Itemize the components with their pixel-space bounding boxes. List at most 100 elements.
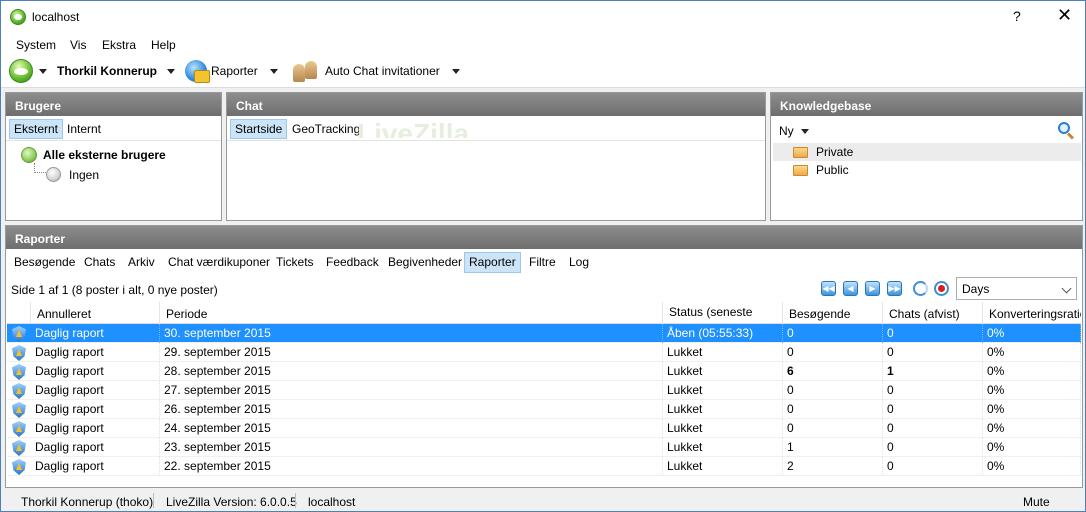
users-panel: Brugere Eksternt Internt Alle eksterne b… — [5, 92, 222, 221]
cell-status: Lukket — [663, 419, 783, 438]
record-icon[interactable] — [934, 281, 949, 296]
cell-cancelled: Daglig raport — [31, 438, 160, 457]
cell-status: Åben (05:55:33) — [663, 324, 783, 343]
tab-tickets[interactable]: Tickets — [271, 252, 319, 273]
menu-system[interactable]: System — [16, 38, 56, 52]
app-window: localhost ? ✕ System Vis Ekstra Help Tho… — [0, 0, 1086, 512]
tab-geotracking[interactable]: GeoTracking — [287, 119, 365, 139]
cell-chats: 0 — [883, 457, 983, 476]
tab-log[interactable]: Log — [564, 252, 594, 273]
table-header: Annulleret Periode Status (seneste Besøg… — [7, 302, 1081, 324]
tab-visitors[interactable]: Besøgende — [9, 252, 80, 273]
people-icon — [291, 58, 321, 84]
cell-visitors: 0 — [783, 419, 883, 438]
period-select[interactable]: Days — [956, 277, 1077, 300]
search-icon[interactable] — [1058, 122, 1075, 140]
chevron-down-icon — [39, 68, 47, 74]
header-visitors[interactable]: Besøgende — [783, 302, 883, 324]
cell-status: Lukket — [663, 343, 783, 362]
header-chats[interactable]: Chats (afvist) — [883, 302, 983, 324]
table-row[interactable]: Daglig raport 24. september 2015 Lukket 0 0 0… — [7, 419, 1081, 438]
cell-conversion: 0% — [983, 400, 1081, 419]
table-row[interactable]: Daglig raport 22. september 2015 Lukket 2 0 0… — [7, 457, 1081, 476]
user-offline-icon — [46, 167, 61, 182]
header-period[interactable]: Periode — [160, 302, 663, 324]
auto-chat-dropdown-button[interactable]: Auto Chat invitationer — [291, 54, 460, 88]
header-icon-col — [7, 302, 31, 324]
user-dropdown-button[interactable]: Thorkil Konnerup — [57, 54, 175, 88]
reports-label: Raporter — [211, 64, 258, 78]
knowledgebase-panel-title: Knowledgebase — [771, 93, 1082, 116]
table-row[interactable]: Daglig raport 27. september 2015 Lukket 0 0 0… — [7, 381, 1081, 400]
help-button[interactable]: ? — [1013, 8, 1021, 24]
livezilla-watermark-logo: LiveZilla — [357, 118, 470, 138]
cell-cancelled: Daglig raport — [31, 457, 160, 476]
cell-visitors: 0 — [783, 343, 883, 362]
cell-chats: 0 — [883, 400, 983, 419]
header-cancelled[interactable]: Annulleret — [31, 302, 160, 324]
cell-cancelled: Daglig raport — [31, 343, 160, 362]
app-logo-icon — [10, 9, 26, 25]
table-row[interactable]: Daglig raport 29. september 2015 Lukket 0 0 0… — [7, 343, 1081, 362]
report-shield-icon — [12, 402, 26, 418]
reports-tabs: Besøgende Chats Arkiv Chat værdikuponer … — [6, 249, 1082, 275]
cell-conversion: 0% — [983, 324, 1081, 343]
cell-visitors: 2 — [783, 457, 883, 476]
cell-conversion: 0% — [983, 343, 1081, 362]
tab-events[interactable]: Begivenheder — [383, 252, 467, 273]
users-group-icon — [21, 147, 37, 163]
status-separator — [153, 493, 154, 508]
tab-chat-vouchers[interactable]: Chat værdikuponer — [163, 252, 275, 273]
tree-all-external-users[interactable]: Alle eksterne brugere — [21, 147, 166, 163]
chevron-down-icon — [1061, 283, 1072, 294]
cell-period: 28. september 2015 — [160, 362, 663, 381]
close-button[interactable]: ✕ — [1057, 5, 1072, 26]
toolbar: Thorkil Konnerup Raporter Auto Chat invi… — [1, 54, 1085, 88]
cell-period: 26. september 2015 — [160, 400, 663, 419]
previous-page-icon[interactable]: ◀ — [843, 281, 858, 296]
status-bar: Thorkil Konnerup (thoko) LiveZilla Versi… — [1, 489, 1085, 511]
cell-period: 23. september 2015 — [160, 438, 663, 457]
tab-external[interactable]: Eksternt — [9, 119, 64, 139]
last-page-icon[interactable]: ▶▶ — [887, 281, 902, 296]
reports-dropdown-button[interactable]: Raporter — [185, 54, 278, 88]
cell-visitors: 0 — [783, 381, 883, 400]
tree-item-none[interactable]: Ingen — [46, 167, 99, 182]
next-page-icon[interactable]: ▶ — [865, 281, 880, 296]
title-bar: localhost ? ✕ — [1, 1, 1085, 32]
status-version: LiveZilla Version: 6.0.0.5 — [166, 495, 297, 509]
report-shield-icon — [12, 326, 26, 342]
table-row[interactable]: Daglig raport 28. september 2015 Lukket 6 1 0… — [7, 362, 1081, 381]
users-tabs: Eksternt Internt — [6, 116, 221, 141]
status-dropdown-button[interactable] — [9, 54, 47, 88]
status-server: localhost — [308, 495, 356, 509]
cell-cancelled: Daglig raport — [31, 419, 160, 438]
cell-cancelled: Daglig raport — [31, 324, 160, 343]
tab-chats[interactable]: Chats — [79, 252, 120, 273]
tab-reports[interactable]: Raporter — [464, 252, 521, 273]
header-status[interactable]: Status (seneste — [663, 302, 783, 324]
tab-internal[interactable]: Internt — [62, 119, 106, 139]
cell-visitors: 1 — [783, 438, 883, 457]
refresh-icon[interactable] — [913, 281, 928, 296]
tab-startpage[interactable]: Startside — [230, 119, 288, 139]
chevron-down-icon — [167, 68, 175, 74]
tab-archive[interactable]: Arkiv — [123, 252, 160, 273]
menu-vis[interactable]: Vis — [70, 38, 86, 52]
table-row[interactable]: Daglig raport 26. september 2015 Lukket 0 0 0… — [7, 400, 1081, 419]
header-conversion[interactable]: Konverteringsratio — [983, 302, 1081, 324]
cell-chats: 0 — [883, 438, 983, 457]
kb-folder-private[interactable]: Private — [773, 143, 1081, 161]
menu-help[interactable]: Help — [151, 38, 176, 52]
kb-folder-public[interactable]: Public — [773, 161, 1081, 179]
status-mute[interactable]: Mute — [1023, 495, 1050, 509]
table-row[interactable]: Daglig raport 23. september 2015 Lukket 1 0 0… — [7, 438, 1081, 457]
menu-ekstra[interactable]: Ekstra — [102, 38, 136, 52]
cell-conversion: 0% — [983, 381, 1081, 400]
first-page-icon[interactable]: ◀◀ — [821, 281, 836, 296]
window-title: localhost — [32, 10, 80, 24]
tab-feedback[interactable]: Feedback — [321, 252, 384, 273]
kb-new-dropdown[interactable]: Ny — [779, 124, 809, 138]
tab-filters[interactable]: Filtre — [524, 252, 561, 273]
table-row[interactable]: Daglig raport 30. september 2015 Åben (05:… — [7, 324, 1081, 343]
